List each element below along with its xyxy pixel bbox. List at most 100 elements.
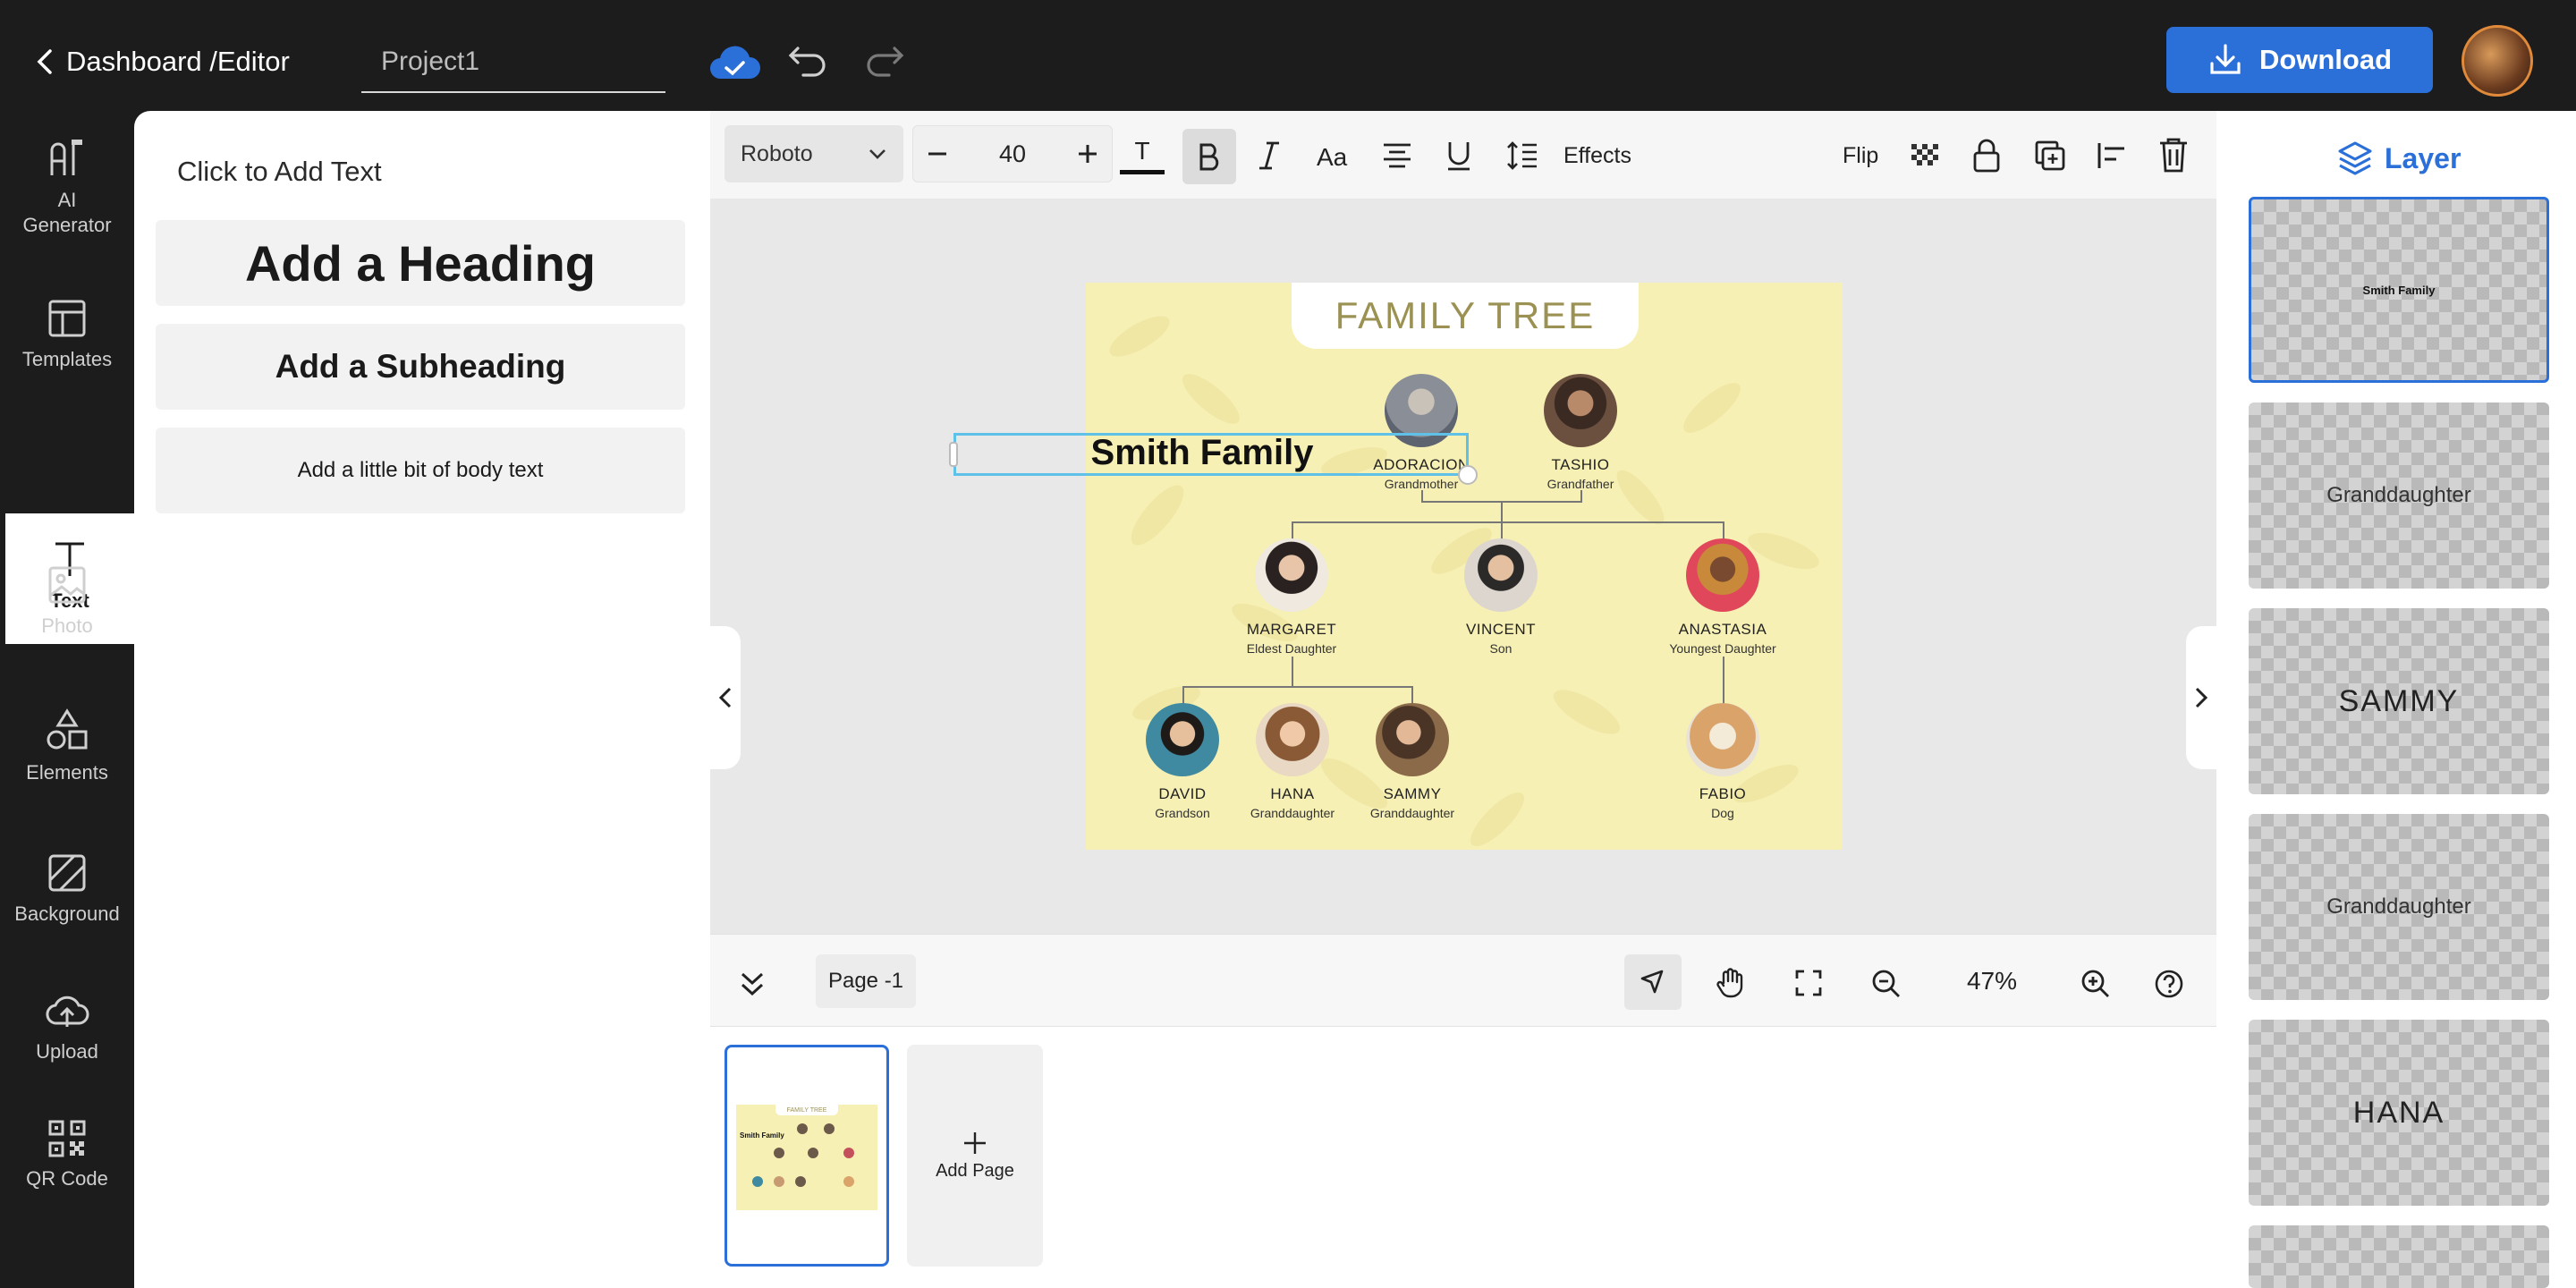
add-heading-button[interactable]: Add a Heading — [156, 220, 685, 306]
person-role: Son — [1489, 641, 1513, 656]
redo-icon[interactable] — [864, 43, 905, 79]
nav-item-qr-code[interactable]: QR Code — [0, 1120, 134, 1191]
breadcrumb[interactable]: Dashboard /Editor — [36, 39, 290, 84]
bold-icon — [1199, 143, 1219, 171]
templates-icon — [48, 300, 86, 337]
person-photo — [1255, 538, 1328, 612]
person-role: Granddaughter — [1369, 806, 1455, 820]
layer-panel-header[interactable]: Layer — [2336, 136, 2461, 181]
svg-text:T: T — [1134, 137, 1149, 165]
zoom-level[interactable]: 47% — [1943, 963, 2041, 999]
minus-icon[interactable] — [926, 142, 949, 165]
person-card[interactable]: TASHIO Grandfather — [1504, 374, 1657, 491]
line-spacing-icon[interactable] — [1506, 140, 1538, 172]
ai-generator-icon — [50, 140, 82, 175]
nav-item-elements[interactable]: Elements — [0, 708, 134, 785]
person-card[interactable]: FABIO Dog — [1647, 703, 1799, 820]
next-page-arrow[interactable] — [2186, 626, 2216, 769]
zoom-in-icon[interactable] — [2080, 969, 2111, 999]
font-family-select[interactable]: Roboto — [724, 125, 903, 182]
fullscreen-icon[interactable] — [1794, 969, 1823, 997]
add-subheading-button[interactable]: Add a Subheading — [156, 324, 685, 410]
layer-item[interactable] — [2249, 1225, 2549, 1288]
undo-icon[interactable] — [787, 43, 828, 79]
chevron-left-icon — [37, 49, 52, 74]
download-button[interactable]: Download — [2166, 27, 2433, 93]
connector — [1182, 686, 1413, 688]
nav-label: Photo — [41, 614, 93, 637]
transparency-icon[interactable] — [1909, 141, 1939, 172]
underline-icon[interactable] — [1444, 140, 1474, 172]
effects-button[interactable]: Effects — [1563, 140, 1631, 172]
upload-cloud-icon — [46, 996, 89, 1027]
plus-icon[interactable] — [1076, 142, 1099, 165]
person-card[interactable]: ANASTASIA Youngest Daughter — [1647, 538, 1799, 656]
layer-item-label: SAMMY — [2338, 683, 2460, 718]
text-color-icon[interactable]: T — [1116, 132, 1168, 179]
layer-item[interactable]: Granddaughter — [2249, 402, 2549, 589]
connector — [1292, 657, 1293, 687]
page-bar: Page -1 47% — [710, 934, 2216, 1027]
nav-item-upload[interactable]: Upload — [0, 991, 134, 1064]
nav-label: Elements — [26, 761, 108, 784]
italic-icon[interactable] — [1254, 140, 1284, 172]
nav-item-background[interactable]: Background — [0, 853, 134, 927]
cloud-saved-icon — [708, 43, 760, 80]
chevron-left-icon — [718, 687, 732, 708]
person-role: Eldest Daughter — [1246, 641, 1337, 656]
person-name: MARGARET — [1246, 621, 1337, 638]
align-center-icon[interactable] — [1381, 141, 1413, 170]
project-name-input[interactable] — [361, 32, 665, 93]
bold-button[interactable] — [1182, 129, 1236, 184]
lock-icon[interactable] — [1971, 138, 2002, 174]
page-selector[interactable]: Page -1 — [816, 954, 916, 1008]
person-name: FABIO — [1699, 785, 1747, 802]
add-page-label: Add Page — [936, 1160, 1014, 1181]
collapse-double-chevron-icon[interactable] — [739, 970, 766, 999]
delete-icon[interactable] — [2157, 136, 2190, 174]
background-icon — [48, 854, 86, 892]
hand-tool-icon[interactable] — [1716, 967, 1746, 999]
font-size-stepper[interactable]: 40 — [912, 125, 1113, 182]
nav-label: Templates — [21, 348, 113, 370]
prev-page-arrow[interactable] — [710, 626, 741, 769]
layer-item[interactable]: Granddaughter — [2249, 814, 2549, 1000]
rotate-handle[interactable] — [1458, 465, 1478, 485]
cursor-icon — [1640, 970, 1664, 994]
add-page-button[interactable]: Add Page — [907, 1045, 1043, 1267]
nav-item-templates[interactable]: Templates — [0, 299, 134, 372]
layer-panel-title: Layer — [2385, 141, 2462, 174]
qr-code-icon — [48, 1120, 86, 1157]
layer-item[interactable]: Smith Family — [2249, 197, 2549, 383]
person-card[interactable]: SAMMY Granddaughter — [1336, 703, 1488, 820]
flip-button[interactable]: Flip — [1843, 140, 1878, 172]
person-card[interactable]: MARGARET Eldest Daughter — [1216, 538, 1368, 656]
select-tool-button[interactable] — [1624, 954, 1682, 1010]
add-body-text-button[interactable]: Add a little bit of body text — [156, 428, 685, 513]
layer-item-label: HANA — [2352, 1095, 2445, 1130]
person-photo — [1686, 538, 1759, 612]
avatar[interactable] — [2462, 25, 2533, 97]
duplicate-icon[interactable] — [2034, 140, 2066, 172]
align-left-icon[interactable] — [2097, 141, 2127, 170]
person-role: Dog — [1711, 806, 1734, 820]
selected-text-element[interactable]: Smith Family — [953, 428, 1469, 478]
person-name: SAMMY — [1383, 785, 1442, 802]
nav-item-ai-generator[interactable]: AI Generator — [0, 138, 134, 238]
layer-item[interactable]: HANA — [2249, 1020, 2549, 1206]
svg-text:Aa: Aa — [1317, 143, 1348, 171]
font-size-value[interactable]: 40 — [999, 140, 1026, 168]
thumbnail-people — [752, 1123, 854, 1187]
design-title[interactable]: FAMILY TREE — [1292, 283, 1639, 349]
connector — [1580, 490, 1582, 501]
elements-icon — [47, 708, 88, 750]
text-case-icon[interactable]: Aa — [1315, 140, 1354, 172]
layer-item[interactable]: SAMMY — [2249, 608, 2549, 794]
resize-handle-left[interactable] — [949, 442, 958, 467]
person-card[interactable]: VINCENT Son — [1425, 538, 1577, 656]
nav-item-photo[interactable]: Photo — [0, 565, 134, 639]
page-thumbnail[interactable]: FAMILY TREE Smith Family — [724, 1045, 889, 1267]
zoom-out-icon[interactable] — [1871, 969, 1902, 999]
person-role: Youngest Daughter — [1669, 641, 1776, 656]
help-icon[interactable] — [2154, 969, 2184, 999]
